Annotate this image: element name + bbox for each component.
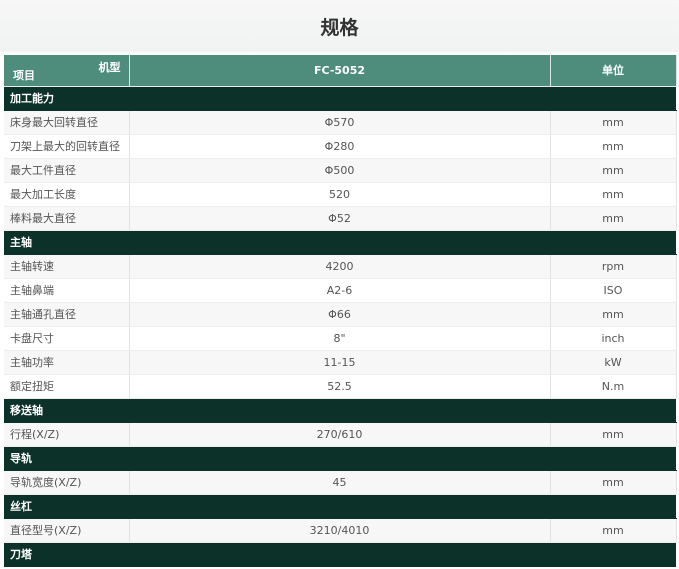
- spec-unit: mm: [550, 422, 677, 447]
- spec-unit: N.m: [550, 374, 677, 399]
- spec-label: 直径型号(X/Z): [4, 518, 130, 543]
- unit-header: 单位: [550, 55, 677, 87]
- table-row: 棒料最大直径 Φ52 mm: [4, 206, 677, 231]
- spec-unit: mm: [550, 134, 677, 159]
- spec-unit: mm: [550, 470, 677, 495]
- model-header-label: 机型: [98, 61, 121, 74]
- table-row: 额定扭矩 52.5 N.m: [4, 374, 677, 399]
- section-title: 加工能力: [4, 86, 676, 111]
- table-header: 机型 项目 FC-5052 单位: [4, 55, 677, 87]
- spec-table: 机型 项目 FC-5052 单位 加工能力 床身最大回转直径 Φ570 mm 刀架上最大…: [4, 55, 677, 567]
- spec-unit: mm: [550, 206, 677, 231]
- spec-label: 导轨宽度(X/Z): [4, 470, 130, 495]
- spec-unit: rpm: [550, 254, 677, 279]
- spec-label: 主轴鼻端: [4, 278, 130, 303]
- table-row: 主轴转速 4200 rpm: [4, 254, 677, 279]
- spec-label: 额定扭矩: [4, 374, 130, 399]
- spec-label: 卡盘尺寸: [4, 326, 130, 351]
- item-header-label: 项目: [13, 68, 35, 82]
- spec-value: 520: [129, 182, 551, 207]
- spec-label: 刀架上最大的回转直径: [4, 134, 130, 159]
- spec-label: 棒料最大直径: [4, 206, 130, 231]
- section-row: 刀塔: [4, 542, 676, 567]
- spec-unit: mm: [550, 158, 677, 183]
- section-title: 导轨: [4, 446, 676, 471]
- table-row: 主轴功率 11-15 kW: [4, 350, 677, 375]
- table-row: 刀架上最大的回转直径 Φ280 mm: [4, 134, 677, 159]
- section-title: 主轴: [4, 230, 676, 255]
- spec-value: 45: [129, 470, 551, 495]
- section-row: 加工能力: [4, 86, 676, 111]
- spec-value: 11-15: [129, 350, 551, 375]
- table-row: 卡盘尺寸 8" inch: [4, 326, 677, 351]
- spec-value: 8": [129, 326, 551, 351]
- spec-value: Φ66: [129, 302, 551, 327]
- spec-value: Φ500: [129, 158, 551, 183]
- spec-value: Φ52: [129, 206, 551, 231]
- spec-label: 主轴转速: [4, 254, 130, 279]
- section-row: 移送轴: [4, 398, 676, 423]
- spec-unit: inch: [550, 326, 677, 351]
- section-title: 移送轴: [4, 398, 676, 423]
- spec-label: 最大加工长度: [4, 182, 130, 207]
- spec-unit: mm: [550, 182, 677, 207]
- spec-unit: mm: [550, 110, 677, 135]
- spec-value: Φ570: [129, 110, 551, 135]
- model-value-header: FC-5052: [129, 55, 551, 87]
- spec-label: 行程(X/Z): [4, 422, 130, 447]
- spec-value: 4200: [129, 254, 551, 279]
- table-row: 直径型号(X/Z) 3210/4010 mm: [4, 518, 677, 543]
- spec-table-body: 加工能力 床身最大回转直径 Φ570 mm 刀架上最大的回转直径 Φ280 mm 最大工件直径…: [4, 86, 677, 567]
- spec-value: 270/610: [129, 422, 551, 447]
- table-row: 床身最大回转直径 Φ570 mm: [4, 110, 677, 135]
- spec-unit: mm: [550, 518, 677, 543]
- table-row: 行程(X/Z) 270/610 mm: [4, 422, 677, 447]
- spec-value: A2-6: [129, 278, 551, 303]
- spec-unit: ISO: [550, 278, 677, 303]
- spec-label: 最大工件直径: [4, 158, 130, 183]
- spec-value: Φ280: [129, 134, 551, 159]
- spec-label: 主轴通孔直径: [4, 302, 130, 327]
- spec-label: 床身最大回转直径: [4, 110, 130, 135]
- section-title: 丝杠: [4, 494, 676, 519]
- section-row: 主轴: [4, 230, 676, 255]
- table-row: 最大加工长度 520 mm: [4, 182, 677, 207]
- spec-unit: kW: [550, 350, 677, 375]
- spec-label: 主轴功率: [4, 350, 130, 375]
- page-title: 规格: [0, 0, 679, 52]
- table-row: 导轨宽度(X/Z) 45 mm: [4, 470, 677, 495]
- header-corner-cell: 机型 项目: [4, 55, 130, 87]
- spec-value: 3210/4010: [129, 518, 551, 543]
- section-row: 丝杠: [4, 494, 676, 519]
- table-row: 主轴通孔直径 Φ66 mm: [4, 302, 677, 327]
- table-row: 最大工件直径 Φ500 mm: [4, 158, 677, 183]
- section-title: 刀塔: [4, 542, 676, 567]
- spec-value: 52.5: [129, 374, 551, 399]
- table-row: 主轴鼻端 A2-6 ISO: [4, 278, 677, 303]
- spec-unit: mm: [550, 302, 677, 327]
- section-row: 导轨: [4, 446, 676, 471]
